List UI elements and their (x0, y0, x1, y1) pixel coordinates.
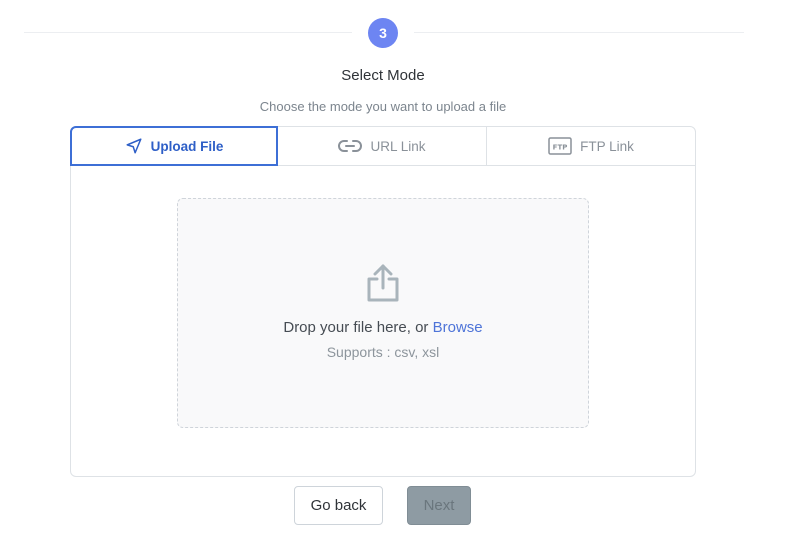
go-back-button[interactable]: Go back (294, 486, 383, 525)
step-indicator: 3 (368, 18, 398, 48)
tab-label: Upload File (150, 138, 224, 154)
mode-panel: Upload File URL Link FTP FTP Link Drop y… (70, 126, 696, 477)
link-icon (338, 139, 363, 153)
next-button[interactable]: Next (407, 486, 471, 525)
tab-url-link[interactable]: URL Link (278, 127, 487, 165)
svg-text:FTP: FTP (553, 144, 568, 152)
page-subtitle: Choose the mode you want to upload a fil… (259, 99, 507, 114)
tab-upload-file[interactable]: Upload File (70, 126, 278, 166)
stepper-line-left (24, 32, 352, 33)
tab-ftp-link[interactable]: FTP FTP Link (487, 127, 695, 165)
tab-label: FTP Link (580, 138, 634, 154)
page-title: Select Mode (341, 67, 425, 84)
stepper-line-right (414, 32, 744, 33)
share-upload-icon (365, 263, 401, 308)
drop-prompt-text: Drop your file here, or (283, 319, 429, 336)
file-dropzone[interactable]: Drop your file here, or Browse Supports … (177, 198, 589, 428)
supported-formats: Supports : csv, xsl (326, 344, 440, 360)
send-icon (125, 137, 143, 155)
drop-prompt: Drop your file here, or Browse (178, 319, 588, 336)
upload-wizard: 3 Select Mode Choose the mode you want t… (0, 0, 799, 552)
mode-tabs: Upload File URL Link FTP FTP Link (70, 126, 695, 166)
tab-label: URL Link (370, 138, 426, 154)
ftp-icon: FTP (548, 137, 572, 155)
browse-link[interactable]: Browse (433, 319, 483, 336)
